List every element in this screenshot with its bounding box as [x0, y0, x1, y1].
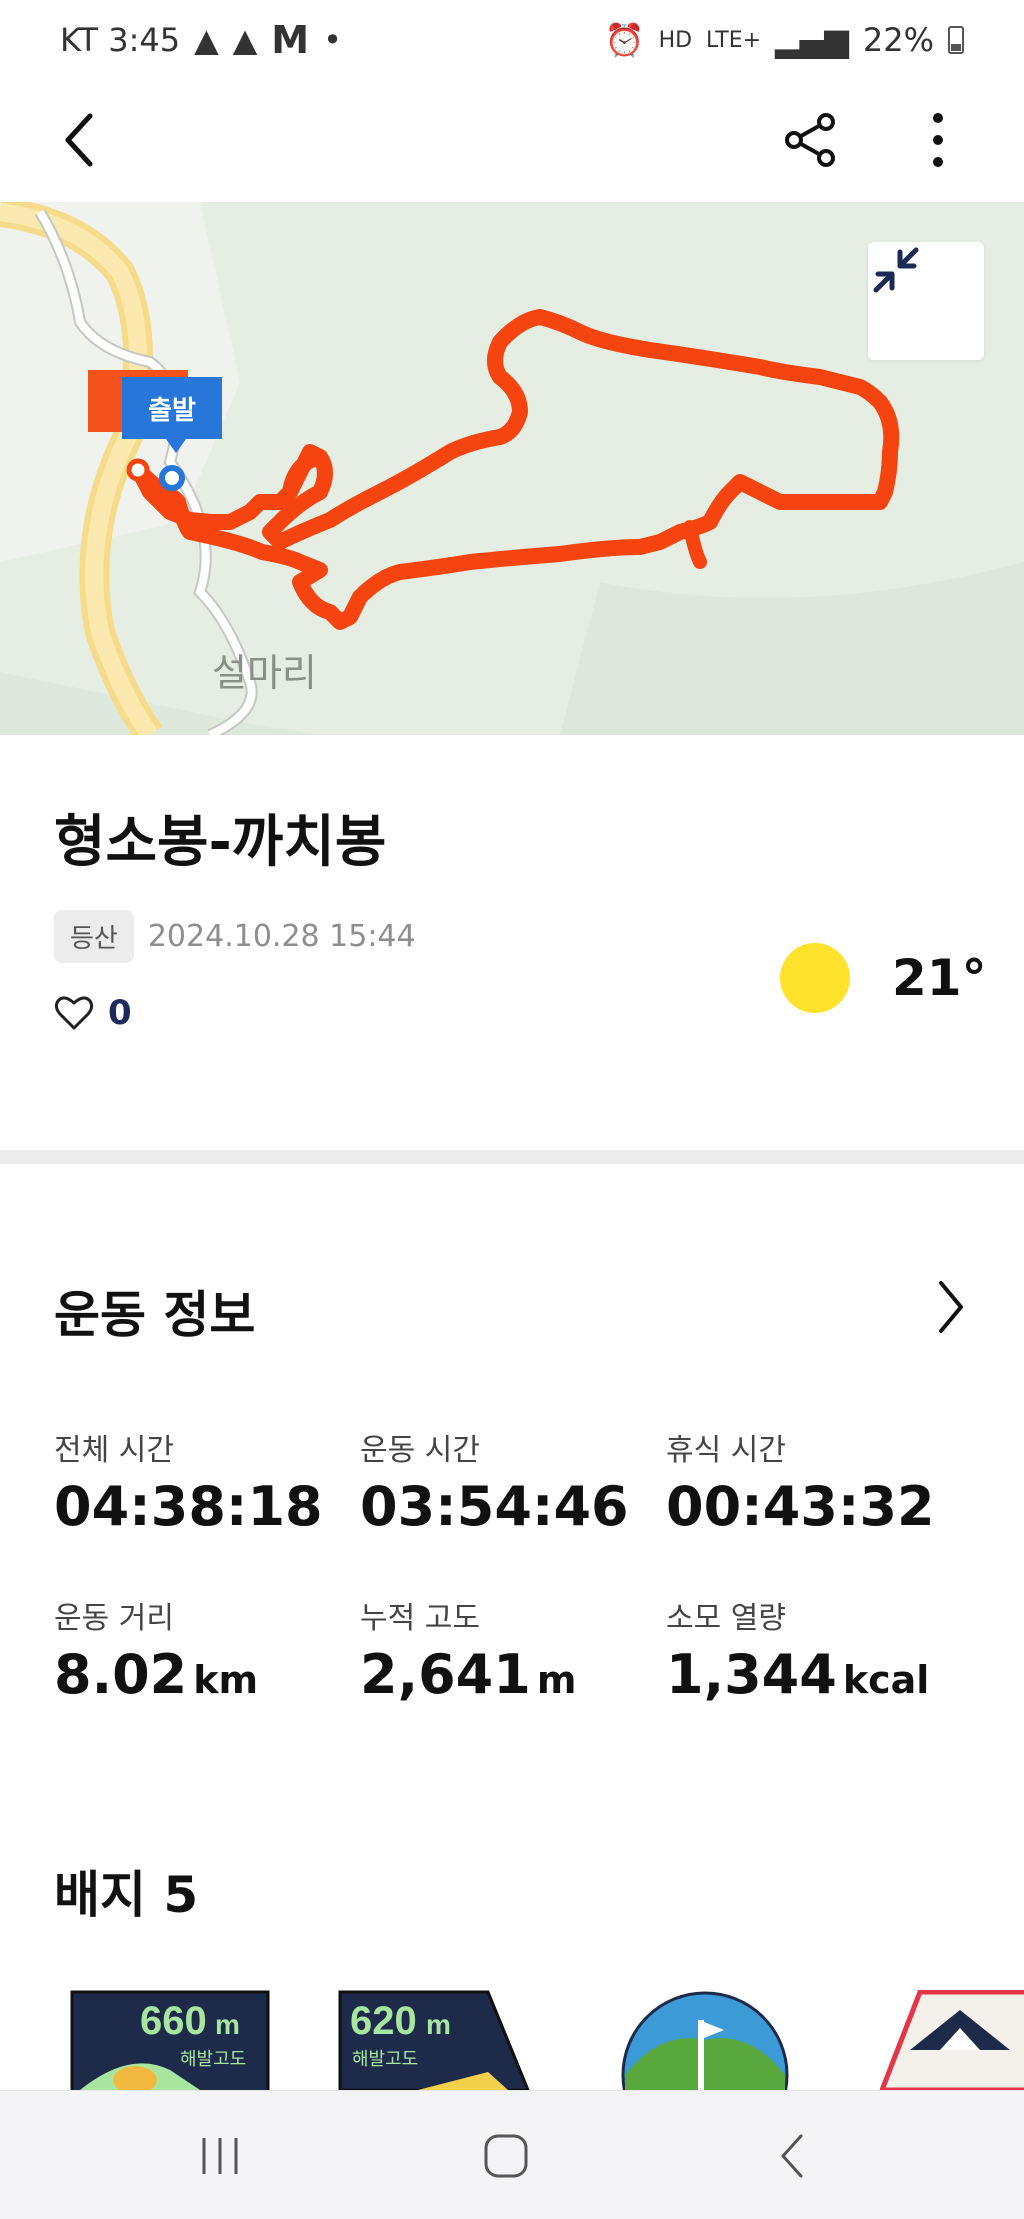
stat-label: 운동 거리	[54, 1601, 174, 1636]
status-right: ⏰ HD LTE+ ▂▄▆ 22%	[605, 21, 964, 59]
battery-percent: 22%	[862, 21, 934, 59]
badge-camping[interactable]	[880, 1990, 1024, 2090]
stat-rest-time: 휴식 시간 00:43:32	[666, 1425, 966, 1538]
stat-value: 2,641 m	[360, 1643, 577, 1706]
stat-label: 휴식 시간	[666, 1433, 786, 1468]
dot-icon: •	[323, 21, 342, 59]
temperature: 21°	[892, 949, 987, 1007]
chevron-left-icon	[65, 113, 93, 167]
map-expand-button[interactable]	[868, 242, 984, 360]
category-badge: 등산	[54, 910, 134, 963]
stat-value: 1,344 kcal	[666, 1643, 930, 1706]
collapse-arrows-icon	[873, 247, 919, 293]
badge-caption: 해발고도	[352, 2049, 418, 2070]
badge-altitude-620[interactable]: 620 m 해발고도	[338, 1990, 538, 2090]
sun-icon	[780, 943, 850, 1013]
app-bar	[0, 80, 1024, 202]
more-button[interactable]	[898, 100, 978, 180]
exercise-info-heading: 운동 정보	[54, 1286, 256, 1344]
share-icon	[785, 113, 835, 167]
weather: 21°	[780, 943, 987, 1013]
stat-value: 04:38:18	[54, 1475, 323, 1538]
network-indicator: LTE+	[706, 27, 762, 53]
badge-altitude-660[interactable]: 660 m 해발고도	[70, 1990, 270, 2090]
recent-apps-icon	[202, 2138, 238, 2174]
badge-caption: 해발고도	[180, 2049, 246, 2070]
battery-icon	[948, 26, 964, 54]
activity-datetime: 2024.10.28 15:44	[147, 919, 416, 954]
stat-distance: 운동 거리 8.02 km	[54, 1593, 354, 1706]
badges-heading: 배지 5	[54, 1866, 199, 1924]
signal-icon: ▂▄▆	[775, 21, 849, 59]
carrier-time: KT 3:45	[60, 21, 181, 59]
stat-value: 00:43:32	[666, 1475, 935, 1538]
stat-elevation: 누적 고도 2,641 m	[360, 1593, 660, 1706]
stat-label: 운동 시간	[360, 1433, 480, 1468]
recent-apps-button[interactable]	[180, 2121, 260, 2191]
stat-calories: 소모 열량 1,344 kcal	[666, 1593, 966, 1706]
more-vertical-icon	[933, 113, 943, 167]
home-button[interactable]	[466, 2121, 546, 2191]
badge-value: 660	[140, 1999, 207, 2043]
back-button[interactable]	[40, 100, 120, 180]
svg-text:m: m	[215, 2009, 240, 2040]
stat-label: 전체 시간	[54, 1433, 174, 1468]
back-arrow-icon	[781, 2134, 803, 2178]
system-nav-bar	[0, 2090, 1024, 2219]
end-point-marker	[126, 458, 150, 482]
activity-title: 형소봉-까치봉	[54, 810, 387, 875]
status-left: KT 3:45 ▲ ▲ M •	[60, 18, 342, 62]
activity-info: 형소봉-까치봉 등산 2024.10.28 15:44 0 21°	[0, 735, 1024, 1150]
system-back-button[interactable]	[752, 2121, 832, 2191]
chevron-right-icon	[939, 1281, 963, 1333]
stat-total-time: 전체 시간 04:38:18	[54, 1425, 354, 1538]
meta-row: 등산 2024.10.28 15:44	[54, 910, 416, 963]
share-button[interactable]	[770, 100, 850, 180]
stat-value: 8.02 km	[54, 1643, 259, 1706]
badge-mountain-summit[interactable]	[620, 1990, 790, 2090]
stat-unit: m	[536, 1658, 577, 1702]
alarm-icon: ⏰	[604, 21, 645, 59]
stat-exercise-time: 운동 시간 03:54:46	[360, 1425, 660, 1538]
stat-value: 03:54:46	[360, 1475, 629, 1538]
like-count: 0	[108, 993, 132, 1033]
section-divider	[0, 1150, 1024, 1164]
place-label: 설마리	[212, 651, 317, 695]
route-map[interactable]: 출발 설마리	[0, 202, 1024, 735]
stat-unit: km	[193, 1658, 259, 1702]
badge-value: 620	[350, 1999, 417, 2043]
status-bar: KT 3:45 ▲ ▲ M • ⏰ HD LTE+ ▂▄▆ 22%	[0, 0, 1024, 80]
mail-indicator: M	[271, 18, 310, 62]
notification-hiking-icon: ▲	[194, 21, 219, 59]
stat-label: 누적 고도	[360, 1601, 480, 1636]
svg-text:m: m	[426, 2009, 451, 2040]
badges-carousel[interactable]: 660 m 해발고도 620 m 해발고도	[0, 1990, 1024, 2090]
like-button[interactable]: 0	[54, 993, 132, 1033]
start-point-marker	[159, 465, 185, 491]
hd-indicator: HD	[658, 27, 693, 53]
heart-icon	[54, 996, 94, 1030]
start-label: 출발	[122, 377, 222, 453]
stat-unit: kcal	[842, 1658, 930, 1702]
stat-label: 소모 열량	[666, 1601, 786, 1636]
exercise-info-detail-button[interactable]	[920, 1272, 980, 1342]
home-icon	[484, 2134, 528, 2178]
notification-hiking-icon: ▲	[232, 21, 258, 59]
